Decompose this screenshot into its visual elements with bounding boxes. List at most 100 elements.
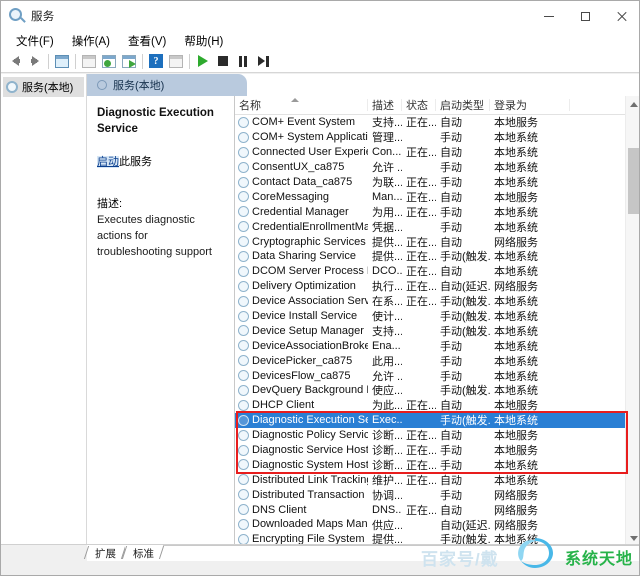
back-button[interactable] bbox=[5, 51, 25, 71]
table-row[interactable]: CoreMessagingMan...正在...自动本地服务 bbox=[235, 189, 640, 204]
cell-desc: 为此... bbox=[368, 397, 402, 413]
forward-button[interactable] bbox=[25, 51, 45, 71]
cell-logon: 本地系统 bbox=[490, 368, 570, 384]
maximize-button[interactable] bbox=[567, 1, 603, 31]
cell-text: Downloaded Maps Man... bbox=[252, 518, 368, 530]
show-action-pane-button[interactable] bbox=[166, 51, 186, 71]
table-row[interactable]: Credential Manager为用...正在...手动本地系统 bbox=[235, 204, 640, 219]
stop-service-button[interactable] bbox=[213, 51, 233, 71]
service-gear-icon bbox=[238, 206, 249, 217]
table-row[interactable]: Contact Data_ca875为联...正在...手动本地系统 bbox=[235, 175, 640, 190]
table-row[interactable]: DNS ClientDNS...正在...自动网络服务 bbox=[235, 502, 640, 517]
scrollbar-thumb[interactable] bbox=[628, 148, 640, 214]
column-header-name[interactable]: 名称 bbox=[235, 97, 368, 113]
cell-name: Downloaded Maps Man... bbox=[235, 518, 368, 530]
tab-standard[interactable]: 标准 bbox=[125, 545, 163, 562]
table-row[interactable]: DevQuery Background D...使应...手动(触发...本地系… bbox=[235, 383, 640, 398]
table-row[interactable]: Distributed Link Tracking...维护...正在...自动… bbox=[235, 472, 640, 487]
cell-logon: 本地系统 bbox=[490, 174, 570, 190]
service-gear-icon bbox=[238, 281, 249, 292]
show-hide-tree-button[interactable] bbox=[52, 51, 72, 71]
table-row[interactable]: Data Sharing Service提供...正在...手动(触发...本地… bbox=[235, 249, 640, 264]
cell-text: Distributed Transaction C... bbox=[252, 489, 368, 501]
cell-name: Contact Data_ca875 bbox=[235, 176, 368, 188]
table-row[interactable]: DevicesFlow_ca875允许 ...手动本地系统 bbox=[235, 368, 640, 383]
scroll-up-button[interactable] bbox=[626, 96, 640, 112]
table-row[interactable]: CredentialEnrollmentMan...凭据...手动本地系统 bbox=[235, 219, 640, 234]
cell-logon: 本地系统 bbox=[490, 159, 570, 175]
cell-state: 正在... bbox=[402, 234, 436, 250]
cell-desc: 使应... bbox=[368, 382, 402, 398]
pause-service-button[interactable] bbox=[233, 51, 253, 71]
table-row[interactable]: Delivery Optimization执行...正在...自动(延迟...网… bbox=[235, 279, 640, 294]
service-gear-icon bbox=[238, 474, 249, 485]
cell-state: 正在... bbox=[402, 397, 436, 413]
menu-view[interactable]: 查看(V) bbox=[119, 32, 175, 50]
toolbar: ? bbox=[1, 50, 639, 73]
table-row[interactable]: Distributed Transaction C...协调...手动网络服务 bbox=[235, 487, 640, 502]
service-action-line: 启动此服务 bbox=[97, 153, 226, 169]
column-header-logon[interactable]: 登录为 bbox=[490, 97, 570, 113]
menu-file[interactable]: 文件(F) bbox=[7, 32, 63, 50]
cell-desc: 使计... bbox=[368, 308, 402, 324]
table-row[interactable]: Diagnostic Service Host诊断...正在...手动本地服务 bbox=[235, 443, 640, 458]
list-vertical-scrollbar[interactable] bbox=[625, 96, 640, 546]
cell-text: Device Setup Manager bbox=[252, 325, 364, 337]
properties-button[interactable] bbox=[79, 51, 99, 71]
menu-action[interactable]: 操作(A) bbox=[63, 32, 119, 50]
cell-text: Device Install Service bbox=[252, 310, 357, 322]
start-service-button[interactable] bbox=[193, 51, 213, 71]
table-row[interactable]: Diagnostic Execution Ser...Exec...手动(触发.… bbox=[235, 413, 640, 428]
arrow-right-icon bbox=[32, 56, 39, 66]
cell-start: 手动 bbox=[436, 353, 490, 369]
table-row[interactable]: COM+ Event System支持...正在...自动本地服务 bbox=[235, 115, 640, 130]
column-header-description[interactable]: 描述 bbox=[368, 97, 402, 113]
column-header-startup[interactable]: 启动类型 bbox=[436, 97, 490, 113]
cell-name: Device Setup Manager bbox=[235, 325, 368, 337]
table-row[interactable]: DHCP Client为此...正在...自动本地服务 bbox=[235, 398, 640, 413]
table-row[interactable]: DevicePicker_ca875此用...手动本地系统 bbox=[235, 353, 640, 368]
cell-name: Device Install Service bbox=[235, 310, 368, 322]
cell-start: 手动 bbox=[436, 219, 490, 235]
restart-service-button[interactable] bbox=[253, 51, 273, 71]
tree-node-services-local[interactable]: 服务(本地) bbox=[3, 77, 84, 97]
start-service-link[interactable]: 启动 bbox=[97, 156, 119, 168]
cell-logon: 本地服务 bbox=[490, 189, 570, 205]
menu-help[interactable]: 帮助(H) bbox=[175, 32, 232, 50]
cell-state: 正在... bbox=[402, 502, 436, 518]
close-button[interactable] bbox=[603, 1, 639, 31]
table-row[interactable]: Diagnostic Policy Service诊断...正在...自动本地服… bbox=[235, 428, 640, 443]
cell-state: 正在... bbox=[402, 278, 436, 294]
export-list-button[interactable] bbox=[119, 51, 139, 71]
content-tab-services-local[interactable]: 服务(本地) bbox=[87, 74, 247, 96]
cell-start: 自动(延迟... bbox=[436, 278, 490, 294]
table-row[interactable]: Device Install Service使计...手动(触发...本地系统 bbox=[235, 309, 640, 324]
table-row[interactable]: Diagnostic System Host诊断...正在...手动本地系统 bbox=[235, 457, 640, 472]
cell-logon: 本地服务 bbox=[490, 442, 570, 458]
table-row[interactable]: Connected User Experien...Con...正在...自动本… bbox=[235, 145, 640, 160]
cell-name: Diagnostic Service Host bbox=[235, 444, 368, 456]
cell-logon: 本地系统 bbox=[490, 338, 570, 354]
cell-desc: DNS... bbox=[368, 504, 402, 516]
service-gear-icon bbox=[238, 191, 249, 202]
cell-desc: 提供... bbox=[368, 248, 402, 264]
cell-name: Connected User Experien... bbox=[235, 146, 368, 158]
help-button[interactable]: ? bbox=[146, 51, 166, 71]
refresh-button[interactable] bbox=[99, 51, 119, 71]
table-row[interactable]: Device Setup Manager支持...手动(触发...本地系统 bbox=[235, 323, 640, 338]
table-row[interactable]: Device Association Service在系...正在...手动(触… bbox=[235, 294, 640, 309]
table-row[interactable]: Cryptographic Services提供...正在...自动网络服务 bbox=[235, 234, 640, 249]
cell-start: 自动 bbox=[436, 427, 490, 443]
cell-text: Connected User Experien... bbox=[252, 146, 368, 158]
console-tree-icon bbox=[55, 55, 69, 68]
table-row[interactable]: DeviceAssociationBroker...Ena...手动本地系统 bbox=[235, 338, 640, 353]
table-row[interactable]: DCOM Server Process La...DCO...正在...自动本地… bbox=[235, 264, 640, 279]
tab-extended[interactable]: 扩展 bbox=[87, 545, 125, 562]
cell-text: Diagnostic Execution Ser... bbox=[252, 414, 368, 426]
table-row[interactable]: Downloaded Maps Man...供应...自动(延迟...网络服务 bbox=[235, 517, 640, 532]
table-row[interactable]: COM+ System Application管理...手动本地系统 bbox=[235, 130, 640, 145]
caret-up-icon bbox=[630, 102, 638, 107]
column-header-status[interactable]: 状态 bbox=[402, 97, 436, 113]
minimize-button[interactable] bbox=[531, 1, 567, 31]
table-row[interactable]: ConsentUX_ca875允许 ...手动本地系统 bbox=[235, 160, 640, 175]
